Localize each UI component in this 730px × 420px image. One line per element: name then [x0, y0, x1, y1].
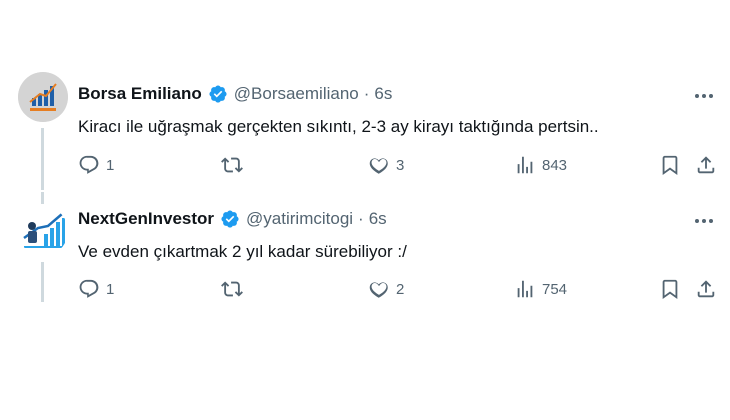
- tweet-header: Borsa Emiliano @Borsaemiliano · 6s: [78, 84, 392, 104]
- verified-badge-icon: [209, 85, 227, 103]
- more-icon: [695, 219, 713, 223]
- separator-dot: ·: [363, 84, 370, 103]
- handle[interactable]: @Borsaemiliano: [234, 84, 359, 104]
- reply-count: 1: [106, 156, 115, 174]
- reply-icon: [79, 155, 99, 174]
- share-button[interactable]: [695, 278, 717, 300]
- reply-icon: [79, 279, 99, 298]
- thread-line: [41, 128, 44, 190]
- bookmark-icon: [662, 155, 678, 176]
- more-icon: [695, 94, 713, 98]
- more-button[interactable]: [690, 86, 718, 106]
- like-icon: [369, 158, 388, 174]
- like-button[interactable]: 2: [368, 278, 404, 300]
- retweet-button[interactable]: [221, 154, 249, 176]
- like-count: 3: [396, 156, 405, 174]
- reply-button[interactable]: 1: [78, 278, 114, 300]
- thread-line-bottom: [41, 262, 44, 302]
- retweet-icon: [221, 281, 243, 297]
- tweet-text: Ve evden çıkartmak 2 yıl kadar sürebiliy…: [78, 242, 407, 261]
- like-button[interactable]: 3: [368, 154, 404, 176]
- handle[interactable]: @yatirimcitogi: [246, 209, 353, 229]
- avatar-nextgeninvestor[interactable]: [18, 206, 68, 256]
- avatar-logo-icon: [18, 206, 68, 256]
- bookmark-button[interactable]: [659, 154, 681, 176]
- views-icon: [517, 280, 533, 298]
- timestamp[interactable]: 6s: [374, 84, 392, 104]
- verified-badge-icon: [221, 210, 239, 228]
- more-button[interactable]: [690, 211, 718, 231]
- action-bar: 1 3 843: [78, 154, 718, 178]
- reply-count: 1: [106, 280, 115, 298]
- bookmark-button[interactable]: [659, 278, 681, 300]
- avatar-borsa-emiliano[interactable]: [18, 72, 68, 122]
- reply-button[interactable]: 1: [78, 154, 114, 176]
- avatar-logo-icon: [18, 72, 68, 122]
- views-icon: [517, 156, 533, 174]
- action-bar: 1 2 754: [78, 278, 718, 302]
- bookmark-icon: [662, 279, 678, 300]
- thread-line-top: [41, 192, 44, 204]
- retweet-button[interactable]: [221, 278, 249, 300]
- like-icon: [369, 282, 388, 298]
- share-icon: [697, 156, 715, 174]
- share-icon: [697, 280, 715, 298]
- share-button[interactable]: [695, 154, 717, 176]
- timestamp[interactable]: 6s: [369, 209, 387, 229]
- display-name[interactable]: Borsa Emiliano: [78, 84, 202, 104]
- like-count: 2: [396, 280, 405, 298]
- views-button[interactable]: 843: [514, 154, 567, 176]
- retweet-icon: [221, 157, 243, 173]
- views-count: 843: [542, 156, 568, 174]
- views-button[interactable]: 754: [514, 278, 567, 300]
- tweet-header: NextGenInvestor @yatirimcitogi · 6s: [78, 209, 387, 229]
- views-count: 754: [542, 280, 568, 298]
- separator-dot: ·: [358, 209, 364, 228]
- tweet-text: Kiracı ile uğraşmak gerçekten sıkıntı, 2…: [78, 117, 599, 136]
- display-name[interactable]: NextGenInvestor: [78, 209, 214, 229]
